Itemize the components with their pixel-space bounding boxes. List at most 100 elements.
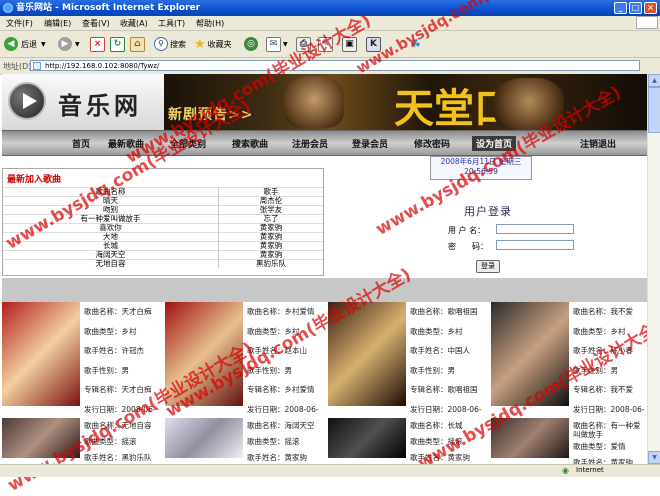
messenger-k-button[interactable]: K	[366, 36, 381, 52]
menu-favorites[interactable]: 收藏(A)	[120, 18, 148, 29]
song-sex: 歌手性别：男	[247, 365, 292, 375]
song-album: 专辑名称：歌唱祖国	[410, 385, 478, 394]
refresh-icon: ↻	[110, 36, 125, 52]
page-icon	[33, 62, 41, 70]
song-name: 歌曲名称：无地自容	[84, 421, 152, 430]
song-card[interactable]: 歌曲名称：乡村爱情 歌曲类型：乡村 歌手姓名：赵本山 歌手性别：男 专辑名称：乡…	[165, 302, 325, 422]
song-cell[interactable]: 无地自容	[3, 259, 219, 268]
close-button[interactable]: ×	[644, 2, 657, 14]
singer-cell: 黑豹乐队	[218, 259, 323, 268]
scroll-down-icon[interactable]: ▼	[648, 451, 660, 464]
song-sex: 歌手性别：男	[573, 365, 618, 375]
datetime-box: 2008年6月11日 星期三 20:56:59	[430, 156, 532, 180]
song-info: 歌曲名称：我不爱 歌曲类型：乡村 歌手姓名：陈小春 歌手性别：男 专辑名称：我不…	[573, 302, 647, 419]
table-row: 无地自容 黑豹乐队	[3, 259, 323, 268]
song-name: 歌曲名称：歌唱祖国	[410, 307, 478, 316]
song-card[interactable]: 歌曲名称：天才白痴 歌曲类型：乡村 歌手姓名：许冠杰 歌手性别：男 专辑名称：天…	[2, 302, 162, 422]
forward-button[interactable]: ▶ ▼	[58, 36, 80, 52]
nav-register[interactable]: 注册会员	[292, 137, 328, 150]
song-card[interactable]: 歌曲名称：无地自容 歌曲类型：摇滚 歌手姓名：黑豹乐队	[2, 418, 162, 464]
nav-categories[interactable]: 全部类别	[170, 137, 206, 150]
search-button[interactable]: ⚲ 搜索	[154, 36, 186, 52]
nav-login[interactable]: 登录会员	[352, 137, 388, 150]
window-title: 音乐网站 - Microsoft Internet Explorer	[16, 3, 201, 13]
messenger-icon: ☘	[410, 37, 421, 51]
menu-help[interactable]: 帮助(H)	[196, 18, 224, 29]
banner[interactable]: 新剧预告>> 天堂口	[164, 74, 647, 130]
song-card[interactable]: 歌曲名称：歌唱祖国 歌曲类型：乡村 歌手姓名：中国人 歌手性别：男 专辑名称：歌…	[328, 302, 488, 422]
song-info: 歌曲名称：长城 歌曲类型：摇滚 歌手姓名：黄家驹	[410, 418, 488, 466]
song-type: 歌曲类型：摇滚	[410, 437, 463, 446]
song-thumbnail[interactable]	[2, 418, 80, 458]
stop-button[interactable]: ×	[90, 36, 105, 52]
mail-button[interactable]: ✉ ▼	[266, 36, 288, 52]
menu-tools[interactable]: 工具(T)	[158, 18, 185, 29]
scroll-thumb[interactable]	[648, 87, 660, 133]
song-thumbnail[interactable]	[491, 418, 569, 458]
song-thumbnail[interactable]	[2, 302, 80, 406]
site-logo[interactable]: 音乐网	[2, 74, 164, 130]
menu-file[interactable]: 文件(F)	[6, 18, 33, 29]
print-button[interactable]: ⎙	[296, 36, 311, 52]
song-card[interactable]: 歌曲名称：海阔天空 歌曲类型：摇滚 歌手姓名：黄家驹	[165, 418, 325, 464]
address-input[interactable]: http://192.168.0.102:8080/Tywz/	[30, 60, 640, 71]
media-button[interactable]: ◎	[244, 36, 258, 52]
song-name: 歌曲名称：我不爱	[573, 307, 633, 316]
messenger-button[interactable]: ☘	[410, 36, 421, 52]
back-button[interactable]: ◀ 后退 ▼	[4, 36, 46, 52]
forward-arrow-icon: ▶	[58, 37, 72, 51]
banner-portrait	[284, 76, 344, 128]
song-singer: 歌手姓名：陈小春	[573, 346, 633, 355]
song-album: 专辑名称：天才白痴	[84, 385, 152, 394]
section-divider	[2, 278, 647, 302]
username-input[interactable]	[496, 224, 574, 234]
song-thumbnail[interactable]	[165, 418, 243, 458]
song-card[interactable]: 歌曲名称：长城 歌曲类型：摇滚 歌手姓名：黄家驹	[328, 418, 488, 464]
search-icon: ⚲	[154, 37, 168, 51]
minimize-button[interactable]: _	[614, 2, 627, 14]
nav-logout[interactable]: 注销退出	[580, 137, 616, 150]
song-sex: 歌手性别：男	[84, 365, 129, 375]
nav-set-homepage[interactable]: 设为首页	[472, 136, 517, 151]
favorites-button[interactable]: ★ 收藏夹	[194, 36, 232, 52]
edit-icon: ✎	[318, 36, 333, 52]
password-input[interactable]	[496, 240, 574, 250]
song-type: 歌曲类型：爱情	[573, 442, 626, 451]
home-icon: ⌂	[130, 36, 145, 52]
edit-button[interactable]: ✎	[318, 36, 333, 52]
scroll-up-icon[interactable]: ▲	[648, 74, 660, 87]
song-thumbnail[interactable]	[328, 418, 406, 458]
song-thumbnail[interactable]	[491, 302, 569, 406]
favorites-label: 收藏夹	[207, 39, 232, 49]
song-thumbnail[interactable]	[165, 302, 243, 406]
logo-text: 音乐网	[58, 91, 142, 120]
song-card[interactable]: 歌曲名称：有一种爱叫做放手 歌曲类型：爱情 歌手姓名：黄家驹	[491, 418, 651, 467]
nav-home[interactable]: 首页	[72, 137, 90, 150]
song-thumbnail[interactable]	[328, 302, 406, 406]
username-label: 用 户 名：	[448, 226, 486, 235]
status-bar: ◉ Internet	[0, 464, 660, 477]
back-label: 后退	[21, 39, 37, 49]
login-title: 用户登录	[464, 205, 512, 218]
home-button[interactable]: ⌂	[130, 36, 145, 52]
song-album: 专辑名称：乡村爱情	[247, 385, 315, 394]
vertical-scrollbar[interactable]: ▲ ▼	[647, 74, 660, 464]
title-bar: 音乐网站 - Microsoft Internet Explorer _ □ ×	[0, 0, 660, 16]
song-name: 歌曲名称：天才白痴	[84, 307, 152, 316]
maximize-button[interactable]: □	[629, 2, 642, 14]
banner-subtitle: 新剧预告>>	[168, 107, 254, 123]
login-panel: 用户登录 用 户 名： 密 码： 登录	[326, 198, 647, 280]
login-button[interactable]: 登录	[476, 260, 500, 273]
menu-edit[interactable]: 编辑(E)	[44, 18, 71, 29]
song-info: 歌曲名称：海阔天空 歌曲类型：摇滚 歌手姓名：黄家驹	[247, 418, 325, 466]
menu-view[interactable]: 查看(V)	[82, 18, 110, 29]
nav-latest[interactable]: 最新歌曲	[108, 137, 144, 150]
song-card[interactable]: 歌曲名称：我不爱 歌曲类型：乡村 歌手姓名：陈小春 歌手性别：男 专辑名称：我不…	[491, 302, 651, 422]
nav-search[interactable]: 搜索歌曲	[232, 137, 268, 150]
recent-songs-panel: 最新加入歌曲 歌曲名称 歌手 晴天 周杰伦 吻别 张学友 有一种爱叫做放手 忘了 喜欢…	[2, 168, 324, 276]
song-date: 发行日期：2008-06-	[410, 404, 482, 414]
song-type: 歌曲类型：乡村	[410, 326, 463, 336]
discuss-button[interactable]: ▣	[342, 36, 357, 52]
nav-change-password[interactable]: 修改密码	[414, 137, 450, 150]
refresh-button[interactable]: ↻	[110, 36, 125, 52]
